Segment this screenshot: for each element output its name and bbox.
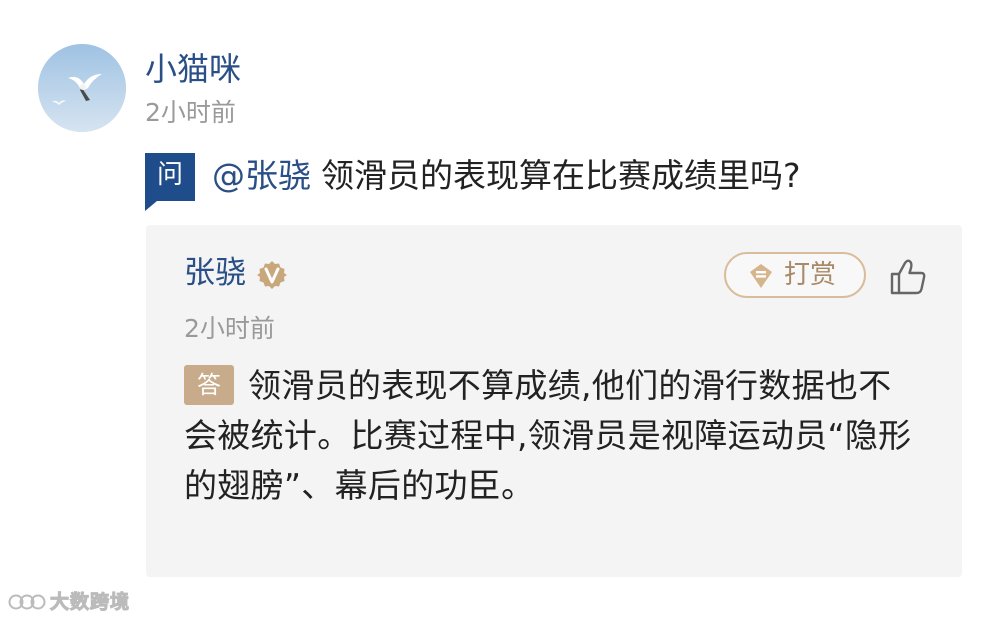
tip-button[interactable]: 打赏 <box>724 252 866 298</box>
question-mention-link[interactable]: @张骁 <box>212 156 311 195</box>
answer-text: 领滑员的表现不算成绩,他们的滑行数据也不会被统计。比赛过程中,领滑员是视障运动员… <box>184 366 912 505</box>
seagull-avatar-icon <box>38 44 126 132</box>
answer-timestamp: 2小时前 <box>184 314 275 343</box>
asker-timestamp: 2小时前 <box>145 98 236 127</box>
question-badge-tail <box>145 201 157 211</box>
verified-badge-icon <box>257 261 287 289</box>
answer-card: 张骁 2小时前 打赏 答 领滑员的表现不算成绩,他们的滑行数据也不会被统计。比赛… <box>146 225 962 577</box>
question-badge-label: 问 <box>156 160 183 190</box>
tip-button-label: 打赏 <box>784 260 837 290</box>
question-text: 领滑员的表现算在比赛成绩里吗? <box>321 156 801 195</box>
asker-avatar[interactable] <box>38 44 126 132</box>
thumbs-up-icon[interactable] <box>888 257 928 297</box>
reward-coin-icon <box>750 264 772 288</box>
question-text-row: @张骁 领滑员的表现算在比赛成绩里吗? <box>212 154 801 198</box>
asker-name[interactable]: 小猫咪 <box>145 50 241 88</box>
answerer-name[interactable]: 张骁 <box>184 253 246 293</box>
question-badge: 问 <box>145 153 195 211</box>
watermark-logo-icon <box>8 594 46 610</box>
watermark-text: 大数跨境 <box>49 591 131 614</box>
